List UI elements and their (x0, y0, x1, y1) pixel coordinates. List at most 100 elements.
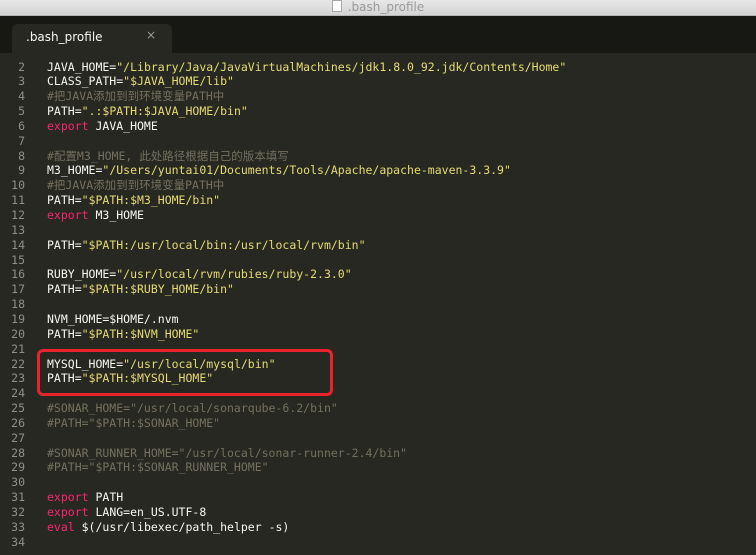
line-number: 13 (11, 222, 25, 237)
comment-token: #PATH="$PATH:$SONAR_RUNNER_HOME" (47, 460, 269, 475)
line-number: 19 (11, 311, 25, 326)
code-text: #SONAR_HOME="/usr/local/sonarqube-6.2/bi… (47, 401, 338, 416)
code-text: export JAVA_HOME (47, 119, 158, 134)
comment-token: #把JAVA添加到到环境变量PATH中 (47, 89, 225, 104)
code-text: NVM_HOME=$HOME/.nvm (47, 312, 179, 327)
close-icon[interactable]: × (146, 28, 156, 42)
code-token: PATH= (47, 193, 82, 208)
comment-token: #PATH="$PATH:$SONAR_HOME" (47, 415, 221, 430)
line-number: 21 (11, 341, 25, 356)
line-number: 10 (11, 178, 25, 193)
code-line[interactable]: 26 #PATH="$PATH:$SONAR_HOME" (0, 416, 756, 431)
code-token: PATH= (47, 282, 82, 297)
code-line[interactable]: 5 PATH=".:$PATH:$JAVA_HOME/bin" (0, 104, 756, 119)
line-number: 15 (11, 252, 25, 267)
line-number: 24 (11, 386, 25, 401)
string-token: "$PATH:$M3_HOME/bin" (81, 193, 221, 208)
keyword-token: export (47, 505, 89, 519)
code-text: #把JAVA添加到到环境变量PATH中 (47, 178, 224, 193)
string-token: "/Users/yuntai01/Documents/Tools/Apache/… (102, 163, 511, 178)
code-line[interactable]: 14 PATH="$PATH:/usr/local/bin:/usr/local/… (0, 238, 756, 253)
keyword-token: eval (47, 519, 75, 534)
code-text: #SONAR_RUNNER_HOME="/usr/local/sonar-run… (47, 446, 407, 461)
code-line[interactable]: 30 (0, 475, 756, 490)
code-text: M3_HOME="/Users/yuntai01/Documents/Tools… (47, 163, 511, 178)
line-number: 3 (18, 74, 25, 89)
code-text: PATH="$PATH:/usr/local/bin:/usr/local/rv… (47, 238, 366, 253)
code-token: PATH= (47, 326, 82, 341)
window-title-text: .bash_profile (347, 0, 425, 14)
tab-bash-profile[interactable]: .bash_profile × (12, 24, 172, 53)
line-number: 28 (11, 445, 25, 460)
code-text: PATH="$PATH:$NVM_HOME" (47, 327, 199, 342)
tab-label: .bash_profile (26, 30, 103, 44)
code-line[interactable]: 4 #把JAVA添加到到环境变量PATH中 (0, 89, 756, 104)
line-number: 33 (11, 519, 25, 534)
code-line[interactable]: 18 (0, 297, 756, 312)
code-line[interactable]: 33 eval $(/usr/libexec/path_helper -s) (0, 520, 756, 535)
code-line[interactable]: 34 (0, 535, 756, 550)
string-token: "/Library/Java/JavaVirtualMachines/jdk1.… (116, 59, 567, 74)
code-line[interactable]: 9 M3_HOME="/Users/yuntai01/Documents/Tool… (0, 163, 756, 178)
code-line[interactable]: 29 #PATH="$PATH:$SONAR_RUNNER_HOME" (0, 460, 756, 475)
line-number: 23 (11, 371, 25, 386)
code-line[interactable]: 19 NVM_HOME=$HOME/.nvm (0, 312, 756, 327)
code-text: CLASS_PATH="$JAVA_HOME/lib" (47, 74, 234, 89)
code-text: #配置M3_HOME, 此处路径根据自己的版本填写 (47, 149, 289, 164)
string-token: "$JAVA_HOME/lib" (123, 74, 234, 89)
code-line[interactable]: 7 (0, 134, 756, 149)
code-line[interactable]: 17 PATH="$PATH:$RUBY_HOME/bin" (0, 282, 756, 297)
code-line[interactable]: 25 #SONAR_HOME="/usr/local/sonarqube-6.2/… (0, 401, 756, 416)
line-number: 17 (11, 282, 25, 297)
code-token: JAVA_HOME= (47, 59, 117, 74)
line-number: 8 (18, 148, 25, 163)
code-line[interactable]: 20 PATH="$PATH:$NVM_HOME" (0, 327, 756, 342)
line-number: 6 (18, 118, 25, 133)
code-line[interactable]: 13 (0, 223, 756, 238)
line-number: 12 (11, 208, 25, 222)
line-number: 7 (18, 133, 25, 148)
keyword-token: export (47, 490, 89, 505)
line-number: 5 (18, 104, 25, 119)
string-token: ".:$PATH:$JAVA_HOME/bin" (81, 104, 248, 119)
code-text: JAVA_HOME="/Library/Java/JavaVirtualMach… (47, 60, 566, 75)
line-number: 20 (11, 326, 25, 341)
code-editor[interactable]: 2 JAVA_HOME="/Library/Java/JavaVirtualMac… (0, 53, 756, 555)
code-line[interactable]: 11 PATH="$PATH:$M3_HOME/bin" (0, 193, 756, 208)
code-line[interactable]: 2 JAVA_HOME="/Library/Java/JavaVirtualMac… (0, 60, 756, 75)
line-number: 16 (11, 267, 25, 282)
code-text: PATH="$PATH:$RUBY_HOME/bin" (47, 282, 234, 297)
code-text: PATH=".:$PATH:$JAVA_HOME/bin" (47, 104, 248, 119)
comment-token: #把JAVA添加到到环境变量PATH中 (47, 178, 225, 193)
code-token: M3_HOME (88, 208, 144, 222)
code-line[interactable]: 16 RUBY_HOME="/usr/local/rvm/rubies/ruby-… (0, 267, 756, 282)
code-line[interactable]: 6 export JAVA_HOME (0, 119, 756, 134)
code-text: RUBY_HOME="/usr/local/rvm/rubies/ruby-2.… (47, 267, 352, 282)
code-token: PATH (88, 490, 124, 505)
comment-token: #配置M3_HOME, 此处路径根据自己的版本填写 (47, 148, 289, 163)
code-token: PATH= (47, 104, 82, 119)
code-token: $(/usr/libexec/path_helper -s) (74, 519, 290, 534)
code-token: JAVA_HOME (88, 118, 158, 133)
code-line[interactable]: 10 #把JAVA添加到到环境变量PATH中 (0, 178, 756, 193)
code-text: #PATH="$PATH:$SONAR_HOME" (47, 416, 220, 431)
comment-token: #SONAR_RUNNER_HOME="/usr/local/sonar-run… (47, 445, 408, 460)
line-number: 29 (11, 460, 25, 475)
code-line[interactable]: 12 export M3_HOME (0, 208, 756, 223)
code-text: PATH="$PATH:$M3_HOME/bin" (47, 193, 220, 208)
code-line[interactable]: 3 CLASS_PATH="$JAVA_HOME/lib" (0, 74, 756, 89)
code-line[interactable]: 27 (0, 431, 756, 446)
code-text: export PATH (47, 490, 123, 505)
code-line[interactable]: 31 export PATH (0, 490, 756, 505)
code-line[interactable]: 28 #SONAR_RUNNER_HOME="/usr/local/sonar-r… (0, 446, 756, 461)
keyword-token: export (47, 118, 89, 133)
code-line[interactable]: 8 #配置M3_HOME, 此处路径根据自己的版本填写 (0, 149, 756, 164)
line-number: 22 (11, 356, 25, 371)
code-line[interactable]: 32 export LANG=en_US.UTF-8 (0, 505, 756, 520)
code-text: export LANG=en_US.UTF-8 (47, 505, 206, 520)
line-number: 25 (11, 401, 25, 416)
window-title: .bash_profile (0, 0, 756, 15)
string-token: "/usr/local/rvm/rubies/ruby-2.3.0" (116, 267, 352, 282)
code-line[interactable]: 15 (0, 253, 756, 268)
string-token: "$PATH:$NVM_HOME" (81, 326, 200, 341)
